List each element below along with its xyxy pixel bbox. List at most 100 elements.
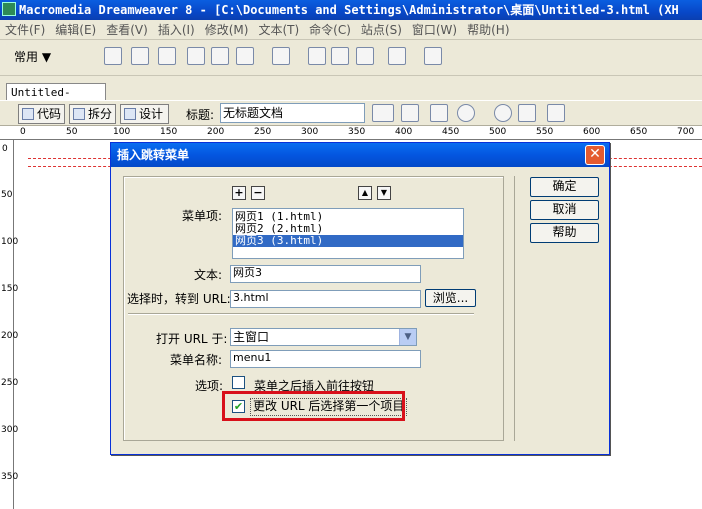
- code-view-button[interactable]: 代码: [18, 104, 65, 124]
- media-icon[interactable]: [272, 47, 290, 65]
- ruler-label: 150: [160, 127, 178, 137]
- tag-chooser-icon[interactable]: [424, 47, 442, 65]
- ruler-label: 300: [301, 127, 319, 137]
- ruler-label: 100: [1, 237, 19, 247]
- menu-modify[interactable]: 修改(M): [200, 20, 254, 40]
- open-url-label: 打开 URL 于:: [156, 332, 228, 346]
- move-up-icon[interactable]: ▲: [358, 186, 372, 200]
- menu-text[interactable]: 文本(T): [253, 20, 304, 40]
- ruler-label: 400: [395, 127, 413, 137]
- ok-button[interactable]: 确定: [530, 177, 599, 197]
- ruler-label: 50: [66, 127, 78, 137]
- remove-item-icon[interactable]: −: [251, 186, 265, 200]
- server-include-icon[interactable]: [331, 47, 349, 65]
- menu-view[interactable]: 查看(V): [101, 20, 153, 40]
- horizontal-ruler: 0 50 100 150 200 250 300 350 400 450 500…: [0, 126, 702, 140]
- insert-go-button-checkbox[interactable]: [232, 376, 245, 389]
- list-item-selected[interactable]: 网页3 (3.html): [233, 235, 463, 247]
- cancel-button[interactable]: 取消: [530, 200, 599, 220]
- page-title-input[interactable]: 无标题文档: [220, 103, 365, 123]
- open-url-value: 主窗口: [233, 330, 270, 344]
- menu-bar: 文件(F) 编辑(E) 查看(V) 插入(I) 修改(M) 文本(T) 命令(C) 站点(S)…: [0, 20, 702, 40]
- visual-aids-icon[interactable]: [547, 104, 565, 122]
- preview-browser-icon[interactable]: [457, 104, 475, 122]
- ruler-label: 50: [1, 190, 13, 200]
- move-down-icon[interactable]: ▼: [377, 186, 391, 200]
- dialog-title: 插入跳转菜单: [111, 143, 609, 167]
- ruler-label: 350: [1, 472, 19, 482]
- design-view-label: 设计: [139, 107, 164, 121]
- menu-commands[interactable]: 命令(C): [304, 20, 356, 40]
- toolbar-category-select[interactable]: 常用 ▼: [14, 48, 51, 65]
- menu-edit[interactable]: 编辑(E): [50, 20, 101, 40]
- design-view-icon: [124, 108, 136, 120]
- code-view-icon: [22, 108, 34, 120]
- options-label: 选项:: [195, 379, 224, 393]
- split-view-icon: [73, 108, 85, 120]
- menu-items-label: 菜单项:: [182, 209, 223, 223]
- menu-file[interactable]: 文件(F): [0, 20, 50, 40]
- named-anchor-icon[interactable]: [158, 47, 176, 65]
- help-button[interactable]: 帮助: [530, 223, 599, 243]
- document-tab[interactable]: Untitled-3.html*: [6, 83, 106, 116]
- menu-help[interactable]: 帮助(H): [462, 20, 514, 40]
- ruler-label: 500: [489, 127, 507, 137]
- highlight-box: [222, 391, 405, 421]
- browser-check-icon[interactable]: [372, 104, 394, 122]
- close-icon[interactable]: ✕: [585, 145, 605, 165]
- ruler-label: 450: [442, 127, 460, 137]
- ruler-label: 550: [536, 127, 554, 137]
- browse-button[interactable]: 浏览...: [425, 289, 476, 307]
- page-title-label: 标题:: [186, 108, 215, 122]
- hyperlink-icon[interactable]: [104, 47, 122, 65]
- open-url-select[interactable]: 主窗口 ▼: [230, 328, 417, 346]
- url-label: 选择时，转到 URL:: [127, 292, 231, 306]
- design-view-button[interactable]: 设计: [120, 104, 169, 124]
- ruler-label: 0: [2, 144, 8, 154]
- image-icon[interactable]: [236, 47, 254, 65]
- email-link-icon[interactable]: [131, 47, 149, 65]
- table-icon[interactable]: [187, 47, 205, 65]
- window-title: Macromedia Dreamweaver 8 - [C:\Documents…: [19, 3, 679, 17]
- ruler-label: 200: [1, 331, 19, 341]
- split-view-button[interactable]: 拆分: [69, 104, 116, 124]
- menu-window[interactable]: 窗口(W): [407, 20, 462, 40]
- split-view-label: 拆分: [88, 107, 113, 121]
- ruler-label: 0: [20, 127, 26, 137]
- section-divider: [128, 313, 474, 315]
- refresh-icon[interactable]: [494, 104, 512, 122]
- view-options-icon[interactable]: [518, 104, 536, 122]
- menu-name-input[interactable]: menu1: [230, 350, 421, 368]
- ruler-label: 200: [207, 127, 225, 137]
- comment-icon[interactable]: [356, 47, 374, 65]
- toolbar-category-label: 常用: [14, 50, 39, 64]
- dialog-divider: [514, 176, 515, 441]
- menu-insert[interactable]: 插入(I): [153, 20, 200, 40]
- menu-items-list[interactable]: 网页1 (1.html) 网页2 (2.html) 网页3 (3.html): [232, 208, 464, 259]
- ruler-label: 700: [677, 127, 695, 137]
- ruler-label: 350: [348, 127, 366, 137]
- validate-icon[interactable]: [401, 104, 419, 122]
- code-view-label: 代码: [37, 107, 62, 121]
- layer-icon[interactable]: [211, 47, 229, 65]
- dreamweaver-logo-icon: [2, 2, 16, 16]
- menu-name-label: 菜单名称:: [170, 353, 223, 367]
- text-input[interactable]: 网页3: [230, 265, 421, 283]
- date-icon[interactable]: [308, 47, 326, 65]
- ruler-label: 150: [1, 284, 19, 294]
- ruler-label: 100: [113, 127, 131, 137]
- url-input[interactable]: 3.html: [230, 290, 421, 308]
- add-item-icon[interactable]: +: [232, 186, 246, 200]
- ruler-label: 300: [1, 425, 19, 435]
- menu-site[interactable]: 站点(S): [356, 20, 407, 40]
- templates-icon[interactable]: [388, 47, 406, 65]
- window-title-bar: Macromedia Dreamweaver 8 - [C:\Documents…: [0, 0, 702, 20]
- chevron-down-icon: ▼: [41, 50, 52, 64]
- vertical-ruler: 0 50 100 150 200 250 300 350: [0, 140, 18, 509]
- ruler-label: 600: [583, 127, 601, 137]
- ruler-label: 650: [630, 127, 648, 137]
- file-management-icon[interactable]: [430, 104, 448, 122]
- ruler-label: 250: [1, 378, 19, 388]
- text-label: 文本:: [194, 268, 223, 282]
- ruler-label: 250: [254, 127, 272, 137]
